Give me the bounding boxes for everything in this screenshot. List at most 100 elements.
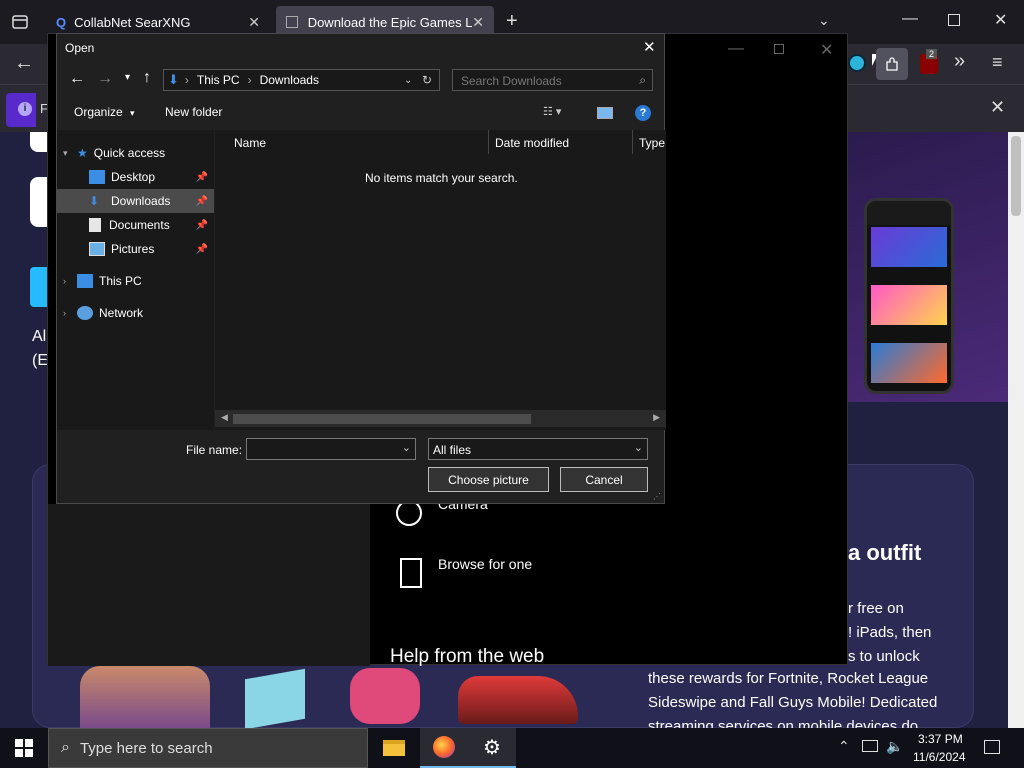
windows-start-icon[interactable] <box>0 728 48 768</box>
nav-network[interactable]: › Network <box>57 301 214 325</box>
file-list: Name Date modified Type No items match y… <box>215 130 666 430</box>
help-icon[interactable]: ? <box>635 105 651 121</box>
close-window-button[interactable]: ✕ <box>994 10 1007 30</box>
browse-label[interactable]: Browse for one <box>438 556 532 572</box>
extension-icon[interactable] <box>848 54 866 72</box>
minimize-button[interactable]: — <box>728 40 744 58</box>
organize-button[interactable]: Organize ▾ <box>74 105 135 119</box>
firefox-icon[interactable] <box>420 728 468 768</box>
search-icon: ⌕ <box>639 73 646 87</box>
close-tab-icon[interactable]: ✕ <box>472 14 484 31</box>
taskbar-search-box[interactable]: ⌕ Type here to search <box>48 728 368 768</box>
file-name-field[interactable]: ⌄ <box>246 438 416 460</box>
refresh-icon[interactable]: ↻ <box>422 73 432 87</box>
settings-gear-icon[interactable]: ⚙ <box>468 728 516 768</box>
up-arrow-icon[interactable]: ↑ <box>143 69 151 87</box>
clock-date[interactable]: 11/6/2024 <box>913 750 966 764</box>
action-center-icon[interactable] <box>984 740 1000 754</box>
close-tab-icon[interactable]: ✕ <box>248 14 260 31</box>
chevron-down-icon[interactable]: ⌄ <box>402 441 411 454</box>
nav-label: Pictures <box>111 242 155 256</box>
search-icon: ⌕ <box>61 739 70 756</box>
breadcrumb-this-pc[interactable]: This PC <box>197 73 240 87</box>
phone-screenshot-image <box>864 198 954 394</box>
reward-para-line: these rewards for Fortnite, Rocket Leagu… <box>648 670 929 687</box>
choose-picture-button[interactable]: Choose picture <box>428 467 549 492</box>
reward-items-image <box>80 666 600 728</box>
hero-text: Al <box>32 328 47 345</box>
close-notification-icon[interactable]: ✕ <box>990 97 1005 118</box>
organize-label: Organize <box>74 105 123 119</box>
info-icon: i <box>18 102 32 116</box>
chevron-down-icon: ⌄ <box>633 442 643 454</box>
new-folder-button[interactable]: New folder <box>165 105 222 119</box>
file-explorer-icon[interactable] <box>370 728 418 768</box>
show-hidden-icons-chevron[interactable]: ⌃ <box>838 738 850 755</box>
nav-label: This PC <box>99 274 142 288</box>
nav-label: Downloads <box>111 194 171 208</box>
restore-button[interactable] <box>948 14 960 26</box>
reward-para-line: s to unlock <box>848 648 920 665</box>
browse-icon[interactable] <box>400 558 422 588</box>
address-bar[interactable]: ⬇ › This PC › Downloads ⌄ ↻ <box>163 69 440 91</box>
network-status-icon[interactable] <box>862 740 878 752</box>
nav-quick-access[interactable]: ▾ ★ Quick access <box>57 141 214 165</box>
search-icon: Q <box>56 14 67 30</box>
nav-documents[interactable]: Documents 📌 <box>57 213 214 237</box>
menu-hamburger-icon[interactable]: ≡ <box>992 52 1003 73</box>
close-button[interactable]: ✕ <box>820 40 833 60</box>
more-tools-icon[interactable]: » <box>954 50 965 73</box>
nav-pictures[interactable]: Pictures 📌 <box>57 237 214 261</box>
search-field[interactable]: Search Downloads ⌕ <box>452 69 653 91</box>
tab-list-icon[interactable] <box>10 12 30 32</box>
clock-time[interactable]: 3:37 PM <box>918 732 963 746</box>
page-icon <box>286 16 298 28</box>
horizontal-scrollbar[interactable]: ◀ ▶ <box>215 410 666 427</box>
column-header-type[interactable]: Type <box>639 136 665 150</box>
chevron-down-icon[interactable]: ⌄ <box>818 12 830 29</box>
file-name-label: File name: <box>186 443 243 457</box>
nav-this-pc[interactable]: › This PC <box>57 269 214 293</box>
forward-arrow-icon[interactable]: → <box>97 70 113 88</box>
recent-locations-chevron-icon[interactable]: ▾ <box>125 72 130 83</box>
nav-downloads[interactable]: ⬇ Downloads 📌 <box>57 189 214 213</box>
pin-icon: 📌 <box>195 171 208 183</box>
maximize-button[interactable] <box>774 44 784 54</box>
network-icon <box>77 306 93 320</box>
column-header-name[interactable]: Name <box>234 136 266 150</box>
preview-pane-icon[interactable] <box>597 107 613 119</box>
file-type-select[interactable]: All files ⌄ <box>428 438 648 460</box>
help-heading: Help from the web <box>390 646 545 667</box>
resize-grip-icon[interactable]: ⋰ <box>653 492 661 501</box>
back-arrow-icon[interactable]: ← <box>14 52 34 75</box>
documents-icon <box>89 218 101 232</box>
reward-para-line: r free on <box>848 600 904 617</box>
pictures-icon <box>89 242 105 256</box>
chevron-down-icon[interactable]: ⌄ <box>404 75 412 86</box>
taskbar-search-input[interactable]: Type here to search <box>80 740 213 757</box>
reward-para-line: ! iPads, then <box>848 624 932 641</box>
cancel-button[interactable]: Cancel <box>560 467 648 492</box>
dialog-close-button[interactable]: ✕ <box>643 38 656 56</box>
tab-title: Download the Epic Games Laun <box>307 14 473 30</box>
search-input[interactable]: Search Downloads <box>461 74 562 88</box>
new-tab-button[interactable]: + <box>506 10 518 33</box>
pin-icon: 📌 <box>195 243 208 255</box>
pin-icon: 📌 <box>195 195 208 207</box>
file-type-value: All files <box>433 443 472 457</box>
nav-label: Desktop <box>111 170 156 184</box>
back-arrow-icon[interactable]: ← <box>69 70 85 88</box>
page-scrollbar[interactable] <box>1008 132 1024 728</box>
nav-desktop[interactable]: Desktop 📌 <box>57 165 214 189</box>
extensions-puzzle-icon[interactable] <box>876 48 908 80</box>
column-header-date[interactable]: Date modified <box>495 136 569 150</box>
nav-label: Documents <box>109 218 170 232</box>
downloads-icon: ⬇ <box>89 194 100 208</box>
minimize-button[interactable]: — <box>902 10 918 28</box>
volume-muted-icon[interactable]: 🔈 <box>886 738 903 755</box>
navigation-pane: ▾ ★ Quick access Desktop 📌 ⬇ Downloads 📌… <box>57 130 214 430</box>
dialog-title: Open <box>65 41 95 55</box>
breadcrumb-downloads[interactable]: Downloads <box>260 73 319 87</box>
view-options-icon[interactable]: ☷ ▾ <box>543 105 561 118</box>
star-icon: ★ <box>77 146 88 160</box>
